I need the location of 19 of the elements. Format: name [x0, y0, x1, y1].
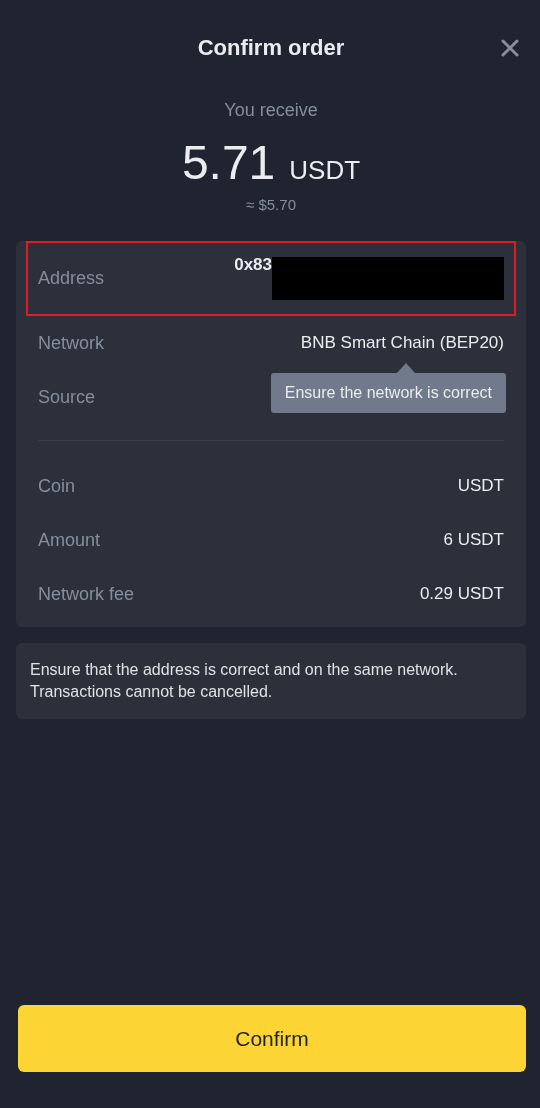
warning-notice: Ensure that the address is correct and on the same network. Transactions cannot be cancelled. [16, 643, 526, 719]
detail-label: Source [38, 386, 96, 408]
address-value: 0x83 [234, 255, 272, 275]
confirm-button[interactable]: Confirm [18, 1005, 526, 1072]
dialog-title: Confirm order [197, 35, 345, 61]
fiat-estimate: ≈ $5.70 [246, 196, 296, 213]
detail-value: 0.29 USDT [419, 584, 504, 604]
detail-label: Coin [38, 475, 76, 497]
detail-label: Network [38, 332, 104, 354]
receive-unit: USDT [289, 155, 361, 186]
receive-amount: 5.71 [181, 135, 276, 190]
detail-value: BNB Smart Chain (BEP20) [300, 333, 504, 353]
detail-value: USDT [457, 476, 504, 496]
receive-label: You receive [224, 100, 318, 121]
detail-label: Address [38, 268, 105, 289]
detail-label: Network fee [38, 583, 135, 605]
detail-label: Amount [38, 529, 101, 551]
close-icon [501, 39, 519, 57]
detail-value: 6 USDT [443, 530, 504, 550]
